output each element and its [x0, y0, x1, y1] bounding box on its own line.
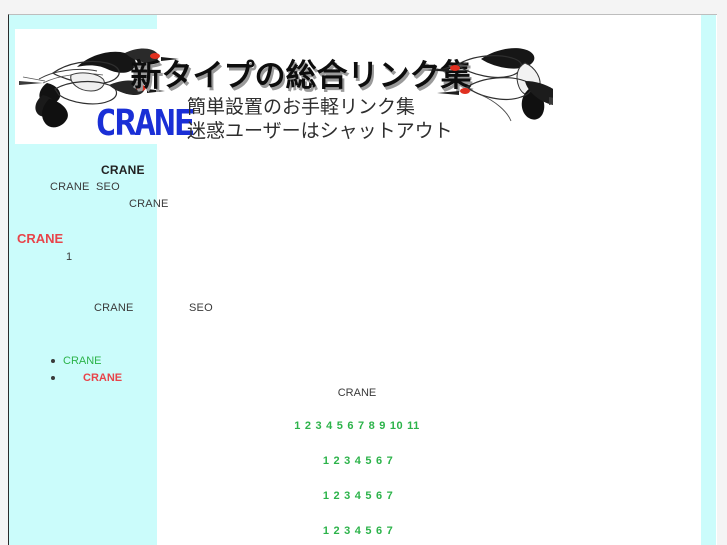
number-link-row[interactable]: 1234567	[159, 455, 557, 467]
number-link[interactable]: 7	[385, 455, 396, 467]
list-item[interactable]: CRANE	[51, 353, 351, 370]
number-link[interactable]: 1	[321, 490, 332, 502]
number-link[interactable]: 2	[331, 455, 342, 467]
page-title: CRANE	[101, 163, 145, 177]
number-link[interactable]: 4	[353, 490, 364, 502]
mid-text-a: CRANE	[94, 302, 134, 314]
bullet-icon	[51, 376, 55, 380]
banner-title: 新タイプの総合リンク集	[131, 58, 472, 94]
number-link[interactable]: 10	[388, 420, 405, 432]
links-caption: CRANE	[337, 387, 377, 399]
number-link-row[interactable]: 1 2 3 4 5 6 7 8 9 10 11	[157, 420, 557, 432]
bullet-icon	[51, 359, 55, 363]
number-link[interactable]: 2	[303, 420, 314, 432]
mid-text-b: SEO	[189, 302, 213, 314]
number-link[interactable]: 11	[405, 420, 422, 432]
number-link[interactable]: 6	[374, 455, 385, 467]
number-link[interactable]: 3	[313, 420, 324, 432]
number-link-row[interactable]: 1234567	[159, 525, 557, 537]
number-link[interactable]: 5	[363, 490, 374, 502]
bullet-link-2[interactable]: CRANE	[83, 370, 122, 387]
intro-line-2: CRANE	[129, 198, 169, 210]
number-link[interactable]: 6	[374, 525, 385, 537]
page-root: 新タイプの総合リンク集 新タイプの総合リンク集 CRANE 簡単設置のお手軽リン…	[9, 15, 716, 545]
number-link[interactable]: 2	[331, 490, 342, 502]
number-link[interactable]: 3	[342, 525, 353, 537]
banner-tagline-2: 迷惑ユーザーはシャットアウト	[187, 120, 453, 142]
bullet-link-1[interactable]: CRANE	[63, 353, 102, 370]
browser-viewport: 新タイプの総合リンク集 新タイプの総合リンク集 CRANE 簡単設置のお手軽リン…	[0, 0, 727, 545]
number-link[interactable]: 7	[385, 490, 396, 502]
number-link[interactable]: 4	[353, 525, 364, 537]
number-link[interactable]: 3	[342, 490, 353, 502]
number-link-row[interactable]: 1234567	[159, 490, 557, 502]
intro-line-1: CRANE SEO	[50, 181, 120, 193]
number-link[interactable]: 6	[374, 490, 385, 502]
right-margin-background	[701, 15, 716, 545]
number-link[interactable]: 5	[363, 525, 374, 537]
number-link[interactable]: 4	[324, 420, 335, 432]
bullet-list: CRANE CRANE	[51, 353, 351, 387]
number-link[interactable]: 4	[353, 455, 364, 467]
number-link[interactable]: 8	[367, 420, 378, 432]
banner-tagline-1: 簡単設置のお手軽リンク集	[187, 96, 415, 118]
number-link[interactable]: 3	[342, 455, 353, 467]
number-link[interactable]: 7	[356, 420, 367, 432]
site-banner[interactable]: 新タイプの総合リンク集 新タイプの総合リンク集 CRANE 簡単設置のお手軽リン…	[15, 29, 553, 144]
number-link[interactable]: 5	[363, 455, 374, 467]
section-heading: CRANE	[17, 231, 64, 246]
number-link[interactable]: 6	[345, 420, 356, 432]
number-link[interactable]: 1	[321, 525, 332, 537]
banner-logo-text: CRANE	[95, 103, 194, 144]
list-item[interactable]: CRANE	[51, 370, 351, 387]
number-link[interactable]: 7	[385, 525, 396, 537]
page-number: 1	[66, 251, 73, 263]
number-link[interactable]: 2	[331, 525, 342, 537]
number-link[interactable]: 1	[321, 455, 332, 467]
number-link[interactable]: 9	[377, 420, 388, 432]
number-link[interactable]: 5	[335, 420, 346, 432]
number-link[interactable]: 1	[292, 420, 303, 432]
links-block: CRANE 1 2 3 4 5 6 7 8 9 10 11 1234567 1234567 1234…	[157, 387, 557, 545]
